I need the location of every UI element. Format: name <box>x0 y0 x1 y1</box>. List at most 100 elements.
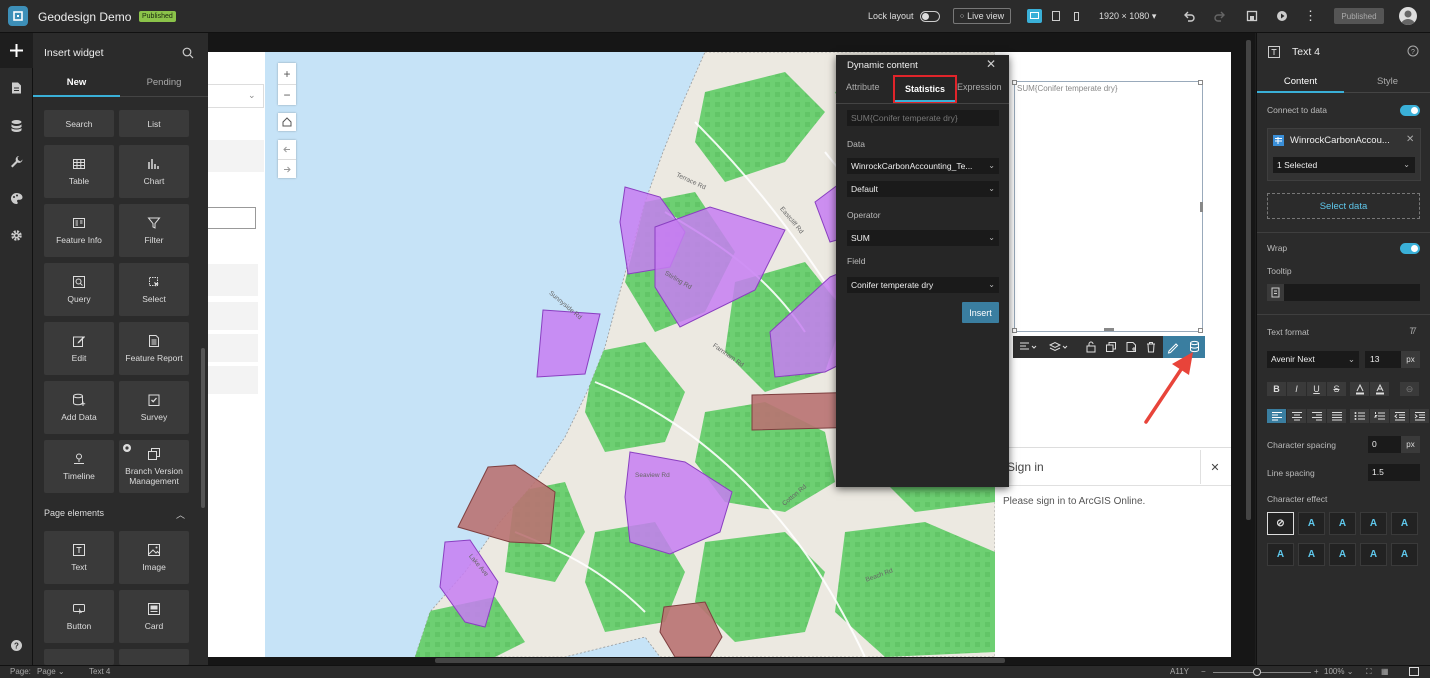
tab-style[interactable]: Style <box>1344 71 1430 93</box>
widget-text[interactable]: Text <box>44 531 114 584</box>
widget-search[interactable]: Search <box>44 110 114 137</box>
zoom-in-icon[interactable]: + <box>278 63 296 84</box>
user-avatar[interactable] <box>1399 7 1417 25</box>
tab-new[interactable]: New <box>33 69 120 97</box>
selected-widget-crumb[interactable]: Text 4 <box>89 667 110 676</box>
resize-handle[interactable] <box>1012 80 1017 85</box>
close-icon[interactable]: ✕ <box>986 57 996 71</box>
help-icon[interactable]: ? <box>1407 45 1419 57</box>
widget-feature-info[interactable]: Feature Info <box>44 204 114 257</box>
wrench-icon[interactable] <box>10 155 23 168</box>
close-icon[interactable]: ✕ <box>1200 450 1229 484</box>
dynamic-content-icon[interactable] <box>1267 284 1284 301</box>
zoom-level[interactable]: 100% ⌄ <box>1324 667 1353 676</box>
previous-extent-icon[interactable] <box>278 140 296 159</box>
outdent-icon[interactable] <box>1390 409 1409 423</box>
selection-select[interactable]: 1 Selected ⌄ <box>1273 157 1415 173</box>
zoom-slider-handle[interactable] <box>1253 668 1261 676</box>
highlight-color-icon[interactable] <box>1350 382 1369 396</box>
dropdown-field[interactable]: ⌄ <box>208 84 264 108</box>
text-effect-icon[interactable]: A <box>1329 543 1356 566</box>
widget-more[interactable] <box>119 649 189 665</box>
align-justify-icon[interactable] <box>1327 409 1346 423</box>
field-select[interactable]: Conifer temperate dry ⌄ <box>847 277 999 293</box>
expression-preview-field[interactable]: SUM{Conifer temperate dry} <box>847 110 999 126</box>
numbered-list-icon[interactable] <box>1370 409 1389 423</box>
input-field[interactable] <box>208 207 256 229</box>
widget-table[interactable]: Table <box>44 145 114 198</box>
char-spacing-unit[interactable]: px <box>1401 436 1420 453</box>
char-spacing-input[interactable]: 0 <box>1368 436 1401 453</box>
redo-icon[interactable] <box>1214 10 1226 22</box>
desktop-view-icon[interactable] <box>1027 9 1042 23</box>
lock-icon[interactable] <box>1085 341 1097 353</box>
bullet-list-icon[interactable] <box>1350 409 1369 423</box>
tab-content[interactable]: Content <box>1257 71 1344 93</box>
text-effect-icon[interactable]: A <box>1267 543 1294 566</box>
font-family-select[interactable]: Avenir Next ⌄ <box>1267 351 1359 368</box>
canvas-vertical-scrollbar[interactable] <box>1246 40 1251 520</box>
more-options-icon[interactable]: ⋮ <box>1304 8 1317 24</box>
widget-feature-report[interactable]: Feature Report <box>119 322 189 375</box>
fit-screen-icon[interactable]: ⛶ <box>1366 667 1372 677</box>
page-select[interactable]: Page ⌄ <box>37 667 65 676</box>
text-effect-icon[interactable]: A <box>1391 512 1418 535</box>
save-as-template-icon[interactable] <box>1125 341 1137 353</box>
panel-toggle-icon[interactable] <box>1409 667 1419 676</box>
link-icon[interactable]: ⊖ <box>1400 382 1419 396</box>
preview-icon[interactable] <box>1276 10 1288 22</box>
insert-button[interactable]: Insert <box>962 302 999 323</box>
widget-image[interactable]: Image <box>119 531 189 584</box>
widget-select[interactable]: Select <box>119 263 189 316</box>
font-unit-select[interactable]: px <box>1401 351 1420 368</box>
resize-handle[interactable] <box>1198 328 1203 333</box>
resize-handle[interactable] <box>1198 80 1203 85</box>
text-effect-icon[interactable]: A <box>1360 512 1387 535</box>
widget-add-data[interactable]: Add Data <box>44 381 114 434</box>
align-center-icon[interactable] <box>1287 409 1306 423</box>
duplicate-icon[interactable] <box>1105 341 1117 353</box>
undo-icon[interactable] <box>1183 10 1195 22</box>
text-effect-icon[interactable]: A <box>1298 543 1325 566</box>
canvas-horizontal-scrollbar[interactable] <box>435 658 1005 663</box>
tooltip-input[interactable] <box>1267 284 1420 301</box>
tablet-view-icon[interactable] <box>1051 10 1061 22</box>
close-icon[interactable]: ✕ <box>1406 134 1414 145</box>
lock-layout-toggle[interactable] <box>920 11 940 22</box>
help-icon[interactable]: ? <box>10 639 23 652</box>
zoom-slider[interactable] <box>1213 672 1311 673</box>
text-effect-icon[interactable]: A <box>1391 543 1418 566</box>
clear-format-icon[interactable]: T̸ <box>1409 326 1415 336</box>
zoom-out-icon[interactable]: − <box>1201 667 1206 676</box>
connect-to-data-toggle[interactable] <box>1400 105 1420 116</box>
widget-card[interactable]: Card <box>119 590 189 643</box>
tab-expression[interactable]: Expression <box>957 82 1002 92</box>
save-icon[interactable] <box>1246 10 1258 22</box>
insert-nav-item[interactable] <box>0 33 33 68</box>
settings-icon[interactable] <box>10 229 23 242</box>
underline-button[interactable]: U <box>1307 382 1326 396</box>
widget-timeline[interactable]: Timeline <box>44 440 114 493</box>
resize-handle[interactable] <box>1200 202 1203 212</box>
indent-icon[interactable] <box>1410 409 1429 423</box>
widget-filter[interactable]: Filter <box>119 204 189 257</box>
theme-icon[interactable] <box>10 192 23 205</box>
select-data-button[interactable]: Select data <box>1267 193 1420 219</box>
widget-query[interactable]: Query <box>44 263 114 316</box>
font-size-input[interactable]: 13 <box>1365 351 1401 368</box>
layers-icon[interactable] <box>1049 341 1069 353</box>
bold-button[interactable]: B <box>1267 382 1286 396</box>
widget-list[interactable]: List <box>119 110 189 137</box>
app-logo-icon[interactable] <box>8 6 28 26</box>
widget-name[interactable]: Text 4 <box>1292 46 1320 58</box>
wrap-toggle[interactable] <box>1400 243 1420 254</box>
italic-button[interactable]: I <box>1287 382 1306 396</box>
widget-branch-version-management[interactable]: Branch Version Management <box>119 440 189 493</box>
publish-button[interactable]: Published <box>1334 8 1384 24</box>
tab-pending[interactable]: Pending <box>120 69 208 97</box>
align-left-icon[interactable] <box>1267 409 1286 423</box>
accessibility-check[interactable]: A11Y <box>1170 667 1189 676</box>
live-view-button[interactable]: ○ Live view <box>953 8 1011 24</box>
text-widget[interactable]: SUM{Conifer temperate dry} <box>1012 80 1203 333</box>
data-source-select[interactable]: WinrockCarbonAccounting_Te... ⌄ <box>847 158 999 174</box>
